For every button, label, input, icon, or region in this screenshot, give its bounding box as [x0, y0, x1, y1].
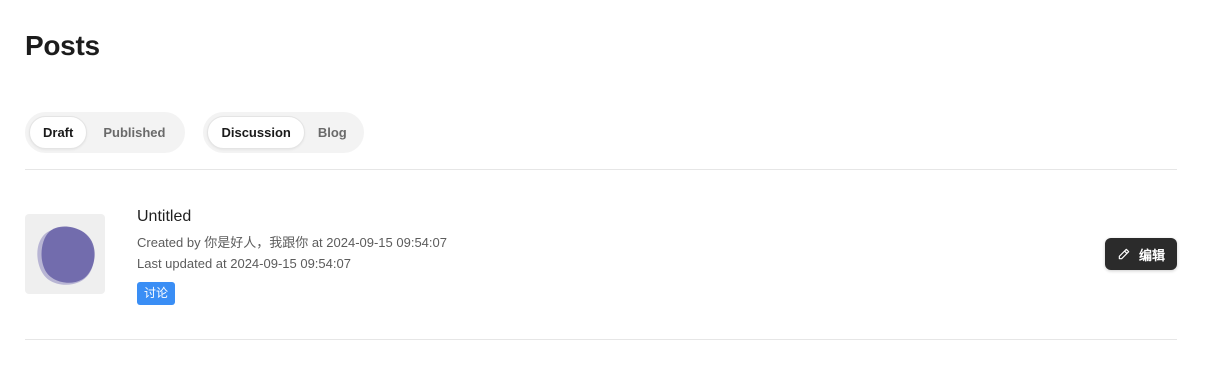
divider [25, 169, 1177, 170]
edit-button[interactable]: 编辑 [1105, 238, 1177, 270]
post-thumbnail [25, 214, 105, 294]
page-title: Posts [25, 30, 100, 61]
post-created-meta: Created by 你是好人，我跟你 at 2024-09-15 09:54:… [137, 235, 447, 250]
blob-avatar-icon [37, 226, 95, 285]
pencil-icon [1118, 248, 1130, 260]
post-updated-meta: Last updated at 2024-09-15 09:54:07 [137, 256, 351, 271]
filter-discussion[interactable]: Discussion [207, 116, 305, 149]
filter-blog[interactable]: Blog [305, 116, 360, 149]
post-tag-badge[interactable]: 讨论 [137, 282, 176, 305]
filter-draft[interactable]: Draft [29, 116, 88, 149]
edit-button-label: 编辑 [1138, 248, 1165, 264]
type-segmented-control: Discussion Blog [203, 112, 364, 153]
filter-published[interactable]: Published [87, 116, 181, 149]
post-title[interactable]: Untitled [137, 207, 447, 227]
post-info: Untitled Created by 你是好人，我跟你 at 2024-09-… [137, 207, 447, 305]
status-segmented-control: Draft Published [25, 112, 186, 153]
post-row[interactable]: Untitled Created by 你是好人，我跟你 at 2024-09-… [25, 208, 1177, 306]
divider [25, 339, 1177, 340]
posts-page: Posts Draft Published Discussion Blog Un… [0, 0, 1226, 377]
filter-bar: Draft Published Discussion Blog [25, 112, 364, 153]
